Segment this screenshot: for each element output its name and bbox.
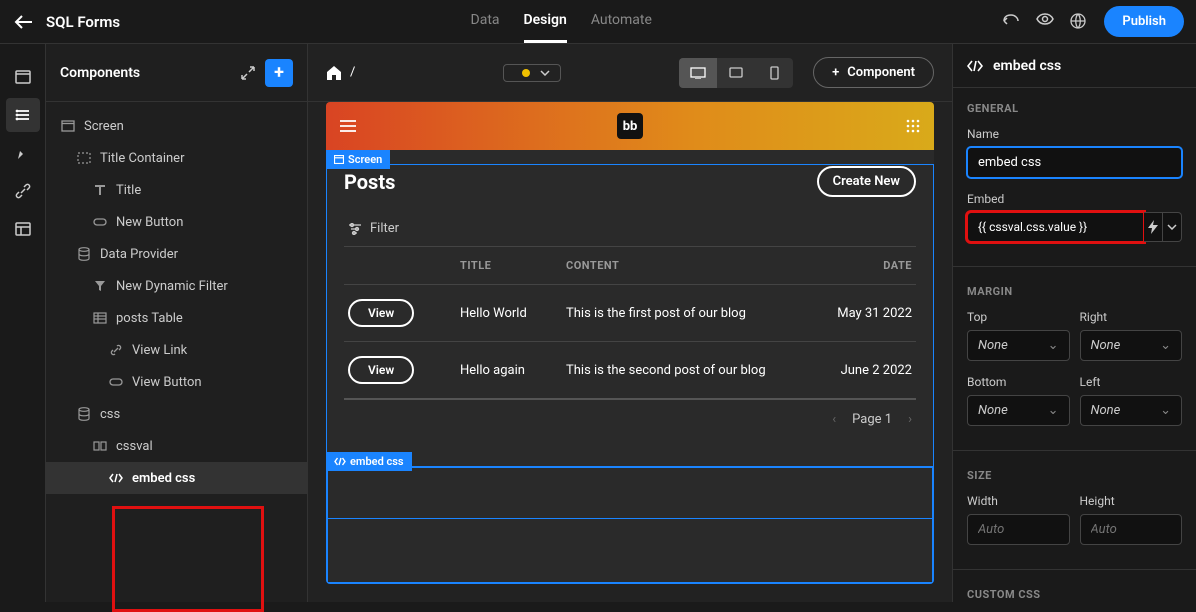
- filter-icon: [348, 223, 362, 235]
- tab-design[interactable]: Design: [524, 0, 567, 43]
- embed-bolt-button[interactable]: [1144, 212, 1163, 242]
- margin-left-label: Left: [1080, 375, 1183, 389]
- margin-top-label: Top: [967, 310, 1070, 324]
- tree-new-button[interactable]: New Button: [46, 206, 307, 238]
- margin-left-select[interactable]: None⌄: [1080, 395, 1183, 426]
- device-tablet[interactable]: [717, 58, 755, 88]
- undo-icon[interactable]: [1002, 13, 1020, 31]
- page-prev[interactable]: ‹: [832, 412, 836, 427]
- selection-outline-embed: [326, 466, 934, 584]
- tree-view-link[interactable]: View Link: [46, 334, 307, 366]
- name-input[interactable]: [967, 147, 1182, 178]
- filter-button[interactable]: Filter: [344, 211, 916, 247]
- chevron-down-icon: [1167, 224, 1177, 230]
- back-button[interactable]: [12, 11, 34, 33]
- globe-icon[interactable]: [1070, 13, 1088, 31]
- section-custom-css: CUSTOM CSS: [967, 588, 1182, 601]
- database-icon: [76, 246, 92, 262]
- height-input[interactable]: [1080, 514, 1183, 545]
- rail-screen-icon[interactable]: [6, 60, 40, 94]
- width-label: Width: [967, 494, 1070, 508]
- tree-embed-css[interactable]: embed css: [46, 462, 307, 494]
- breadcrumb-dropdown[interactable]: [503, 64, 561, 82]
- plus-icon: +: [832, 65, 839, 80]
- code-icon: [108, 470, 124, 486]
- embed-label: Embed: [967, 192, 1182, 206]
- margin-top-select[interactable]: None⌄: [967, 330, 1070, 361]
- tree-css[interactable]: css: [46, 398, 307, 430]
- page-next[interactable]: ›: [908, 412, 912, 427]
- preview-icon[interactable]: [1036, 13, 1054, 31]
- posts-title: Posts: [344, 170, 395, 194]
- filter-icon: [92, 278, 108, 294]
- tree-data-provider[interactable]: Data Provider: [46, 238, 307, 270]
- app-title: SQL Forms: [46, 13, 120, 31]
- selection-label-screen[interactable]: Screen: [326, 150, 390, 169]
- database-icon: [76, 406, 92, 422]
- bolt-icon: [1148, 220, 1158, 234]
- rail-components-icon[interactable]: [6, 98, 40, 132]
- rail-layout-icon[interactable]: [6, 212, 40, 246]
- margin-right-select[interactable]: None⌄: [1080, 330, 1183, 361]
- chevron-down-icon: [540, 70, 550, 76]
- width-input[interactable]: [967, 514, 1070, 545]
- height-label: Height: [1080, 494, 1183, 508]
- tab-automate[interactable]: Automate: [591, 0, 652, 43]
- margin-bottom-select[interactable]: None⌄: [967, 395, 1070, 426]
- tree-cssval[interactable]: cssval: [46, 430, 307, 462]
- tree-title-container[interactable]: Title Container: [46, 142, 307, 174]
- rail-theme-icon[interactable]: [6, 136, 40, 170]
- hamburger-icon[interactable]: [340, 120, 356, 132]
- expand-icon[interactable]: [241, 66, 255, 80]
- add-component-button[interactable]: +: [265, 59, 293, 87]
- rp-title: embed css: [993, 58, 1061, 74]
- view-button[interactable]: View: [348, 356, 414, 384]
- apps-grid-icon[interactable]: [906, 119, 920, 133]
- table-header: TITLE CONTENT DATE: [344, 247, 916, 284]
- tree-dynamic-filter[interactable]: New Dynamic Filter: [46, 270, 307, 302]
- tree-posts-table[interactable]: posts Table: [46, 302, 307, 334]
- container-icon: [76, 150, 92, 166]
- table-row[interactable]: View Hello again This is the second post…: [344, 341, 916, 398]
- link-icon: [108, 342, 124, 358]
- rail-links-icon[interactable]: [6, 174, 40, 208]
- components-title: Components: [60, 65, 140, 81]
- margin-bottom-label: Bottom: [967, 375, 1070, 389]
- table-row[interactable]: View Hello World This is the first post …: [344, 284, 916, 341]
- button-icon: [92, 214, 108, 230]
- tree-title[interactable]: Title: [46, 174, 307, 206]
- name-label: Name: [967, 127, 1182, 141]
- section-size: SIZE: [967, 469, 1182, 482]
- embed-input[interactable]: [967, 212, 1144, 242]
- section-margin: MARGIN: [967, 285, 1182, 298]
- create-new-button[interactable]: Create New: [817, 166, 916, 197]
- code-icon: [334, 457, 346, 466]
- embed-dropdown-button[interactable]: [1163, 212, 1182, 242]
- margin-right-label: Right: [1080, 310, 1183, 324]
- section-general: GENERAL: [967, 102, 1182, 115]
- page-label: Page 1: [852, 412, 892, 427]
- device-desktop[interactable]: [679, 58, 717, 88]
- code-icon: [967, 60, 983, 72]
- repeater-icon: [92, 438, 108, 454]
- tab-data[interactable]: Data: [471, 0, 500, 43]
- app-logo: bb: [617, 113, 643, 139]
- view-button[interactable]: View: [348, 299, 414, 327]
- button-icon: [108, 374, 124, 390]
- home-icon[interactable]: [326, 66, 342, 80]
- publish-button[interactable]: Publish: [1104, 6, 1184, 37]
- add-component-top-button[interactable]: + Component: [813, 57, 934, 88]
- table-icon: [92, 310, 108, 326]
- selection-label-embed[interactable]: embed css: [326, 452, 412, 471]
- breadcrumb: /: [326, 64, 671, 82]
- screen-icon: [60, 118, 76, 134]
- status-dot-icon: [522, 69, 530, 77]
- tree-screen[interactable]: Screen: [46, 110, 307, 142]
- text-icon: [92, 182, 108, 198]
- device-mobile[interactable]: [755, 58, 793, 88]
- tree-view-button[interactable]: View Button: [46, 366, 307, 398]
